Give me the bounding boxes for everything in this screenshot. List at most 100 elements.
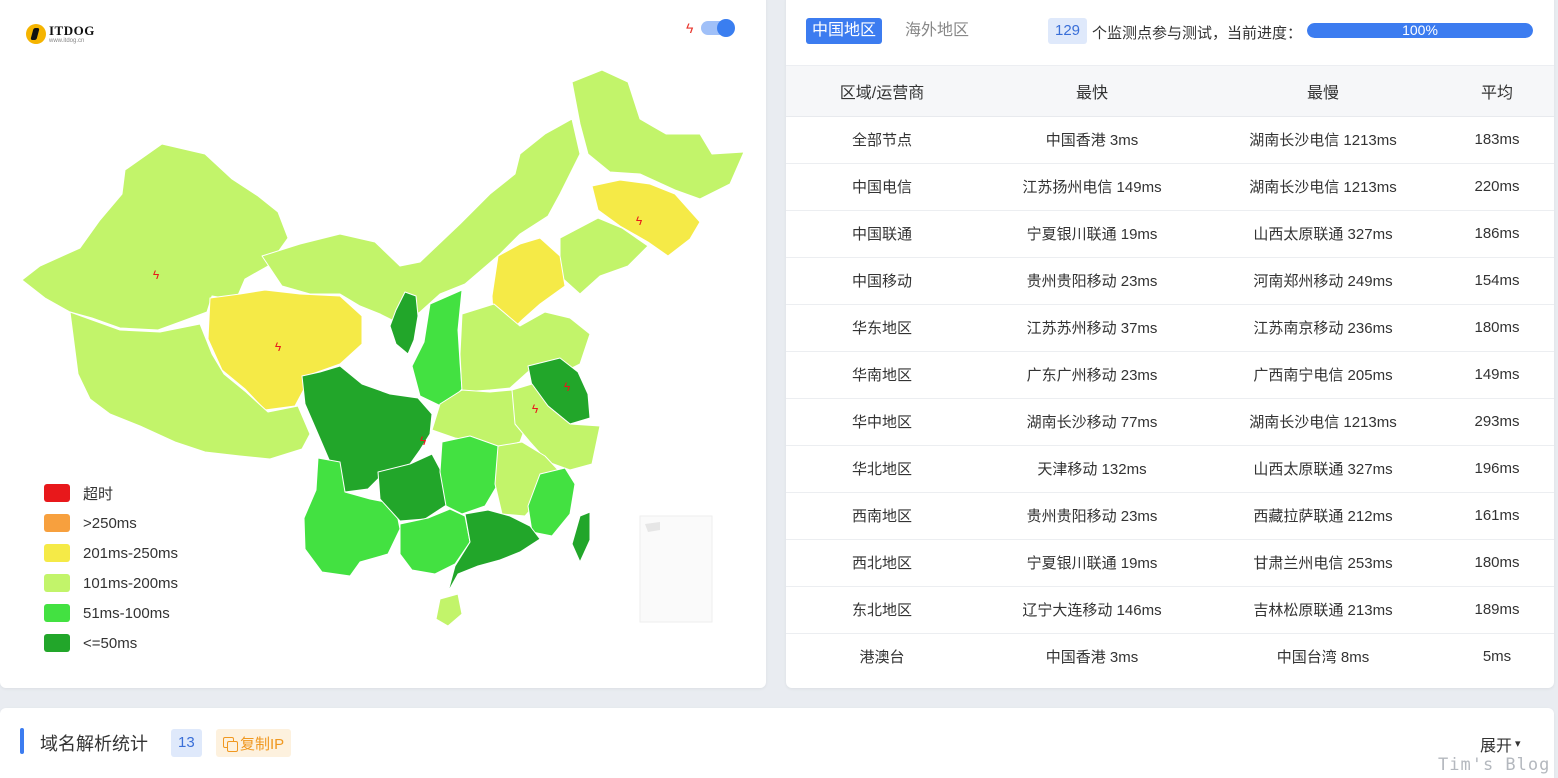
cell-region: 华南地区 — [786, 351, 978, 399]
lightning-icon: ϟ — [420, 434, 427, 448]
double-chevron-down-icon: ▾ — [1515, 737, 1521, 750]
table-header-row: 区域/运营商 最快 最慢 平均 — [786, 66, 1554, 117]
cell-fastest: 中国香港 3ms — [978, 116, 1206, 164]
cell-fastest: 广东广州移动 23ms — [978, 351, 1206, 399]
cell-fastest: 中国香港 3ms — [1045, 649, 1139, 667]
cell-region: 港澳台 — [859, 649, 905, 667]
table-body: 全部节点 中国香港 3ms 湖南长沙电信 1213ms 183ms 中国电信 江苏扬州电信… — [786, 116, 1554, 680]
map-card: ITDOG www.itdog.cn ϟ ϟ ϟ ϟ ϟ ϟ ϟ 超时 >250… — [0, 0, 766, 688]
table-row: 东北地区 辽宁大连移动 146ms 吉林松原联通 213ms 189ms — [786, 586, 1554, 634]
results-header: 中国地区 海外地区 129 个监测点参与测试，当前进度： 100% — [786, 0, 1554, 66]
results-card: 中国地区 海外地区 129 个监测点参与测试，当前进度： 100% 区域/运营商… — [786, 0, 1554, 688]
cell-average: 154ms — [1440, 257, 1554, 305]
alert-toggle-group: ϟ — [686, 19, 736, 37]
dns-count-badge: 13 — [171, 729, 202, 757]
legend-label: 51ms-100ms — [83, 604, 170, 622]
legend-label: <=50ms — [83, 634, 138, 652]
legend-swatch — [44, 544, 70, 562]
lightning-icon: ϟ — [532, 402, 539, 416]
legend-item[interactable]: 201ms-250ms — [44, 538, 178, 568]
map-region-hunan[interactable] — [439, 435, 499, 515]
map-region-taiwan[interactable] — [571, 511, 591, 563]
tab-china[interactable]: 中国地区 — [806, 18, 883, 44]
legend-swatch — [44, 634, 70, 652]
alert-toggle[interactable] — [701, 19, 736, 37]
cell-slowest: 湖南长沙电信 1213ms — [1206, 398, 1440, 446]
cell-fastest: 贵州贵阳移动 23ms — [978, 492, 1206, 540]
latency-stats-table: 区域/运营商 最快 最慢 平均 全部节点 中国香港 3ms 湖南长沙电信 1213m… — [786, 66, 1554, 680]
legend-label: 超时 — [83, 485, 114, 503]
toggle-knob — [717, 19, 736, 37]
lightning-icon: ϟ — [564, 380, 571, 394]
cell-fastest: 宁夏银川联通 19ms — [978, 539, 1206, 587]
itdog-logo: ITDOG www.itdog.cn — [26, 24, 95, 44]
map-region-heilongjiang[interactable] — [571, 69, 745, 200]
cell-fastest: 贵州贵阳移动 23ms — [978, 257, 1206, 305]
table-row: 中国联通 宁夏银川联通 19ms 山西太原联通 327ms 186ms — [786, 210, 1554, 258]
cell-average: 183ms — [1440, 116, 1554, 164]
lightning-icon: ϟ — [275, 340, 282, 354]
monitor-progress-text: 个监测点参与测试，当前进度： — [1092, 25, 1303, 42]
legend-item[interactable]: 101ms-200ms — [44, 568, 178, 598]
table-row: 西南地区 贵州贵阳移动 23ms 西藏拉萨联通 212ms 161ms — [786, 492, 1554, 540]
dns-section-title: 域名解析统计 — [40, 734, 148, 754]
cell-average: 180ms — [1440, 304, 1554, 352]
cell-average: 220ms — [1440, 163, 1554, 211]
legend-item[interactable]: >250ms — [44, 508, 178, 538]
cell-fastest: 宁夏银川联通 19ms — [978, 210, 1206, 258]
legend-item[interactable]: 超时 — [44, 478, 178, 508]
cell-slowest: 广西南宁电信 205ms — [1206, 351, 1440, 399]
copy-ip-button[interactable]: 复制IP — [216, 729, 292, 757]
cell-region: 中国电信 — [786, 163, 978, 211]
table-row: 港澳台 中国香港 3ms 中国台湾 8ms 5ms — [786, 633, 1554, 680]
cell-region: 西南地区 — [786, 492, 978, 540]
legend-item[interactable]: <=50ms — [44, 628, 178, 658]
legend-swatch — [44, 514, 70, 532]
cell-region: 华北地区 — [786, 445, 978, 493]
cell-average: 293ms — [1440, 398, 1554, 446]
legend-swatch — [44, 574, 70, 592]
cell-slowest: 山西太原联通 327ms — [1206, 445, 1440, 493]
expand-button[interactable]: 展开 ▾ — [1480, 732, 1521, 756]
cell-fastest: 江苏扬州电信 149ms — [978, 163, 1206, 211]
cell-region: 华东地区 — [786, 304, 978, 352]
monitor-count-badge: 129 — [1048, 18, 1088, 44]
cell-average: 189ms — [1440, 586, 1554, 634]
legend-item[interactable]: 51ms-100ms — [44, 598, 178, 628]
cell-slowest: 吉林松原联通 213ms — [1206, 586, 1440, 634]
map-region-hainan[interactable] — [435, 593, 463, 627]
expand-label: 展开 — [1480, 738, 1513, 755]
cell-average: 161ms — [1440, 492, 1554, 540]
column-header-average: 平均 — [1440, 66, 1554, 117]
column-header-slowest: 最慢 — [1206, 66, 1440, 117]
cell-slowest: 中国台湾 8ms — [1276, 649, 1370, 667]
table-row: 全部节点 中国香港 3ms 湖南长沙电信 1213ms 183ms — [786, 116, 1554, 164]
logo-name: ITDOG — [49, 23, 95, 38]
cell-average: 180ms — [1440, 539, 1554, 587]
copy-icon — [223, 736, 238, 752]
logo-url: www.itdog.cn — [49, 38, 85, 44]
cell-average: 196ms — [1440, 445, 1554, 493]
map-legend: 超时 >250ms 201ms-250ms 101ms-200ms 51ms-1… — [44, 478, 178, 658]
blog-watermark: Tim's Blog — [1438, 755, 1551, 775]
dns-stats-card: 域名解析统计 13 复制IP 展开 ▾ — [0, 708, 1554, 778]
cell-fastest: 江苏苏州移动 37ms — [978, 304, 1206, 352]
section-accent-bar — [20, 728, 24, 754]
table-row: 中国移动 贵州贵阳移动 23ms 河南郑州移动 249ms 154ms — [786, 257, 1554, 305]
progress-label: 100% — [1402, 23, 1438, 38]
tab-overseas[interactable]: 海外地区 — [899, 18, 975, 44]
cell-slowest: 山西太原联通 327ms — [1206, 210, 1440, 258]
cell-region: 华中地区 — [786, 398, 978, 446]
cell-slowest: 甘肃兰州电信 253ms — [1206, 539, 1440, 587]
south-china-sea-inset — [639, 515, 713, 623]
legend-swatch — [44, 484, 70, 502]
cell-region: 中国移动 — [786, 257, 978, 305]
column-header-fastest: 最快 — [978, 66, 1206, 117]
legend-swatch — [44, 604, 70, 622]
legend-label: 201ms-250ms — [83, 544, 179, 562]
table-row: 华北地区 天津移动 132ms 山西太原联通 327ms 196ms — [786, 445, 1554, 493]
table-row: 华中地区 湖南长沙移动 77ms 湖南长沙电信 1213ms 293ms — [786, 398, 1554, 446]
lightning-icon: ϟ — [153, 268, 160, 282]
column-header-region: 区域/运营商 — [786, 66, 978, 117]
cell-fastest: 辽宁大连移动 146ms — [978, 586, 1206, 634]
